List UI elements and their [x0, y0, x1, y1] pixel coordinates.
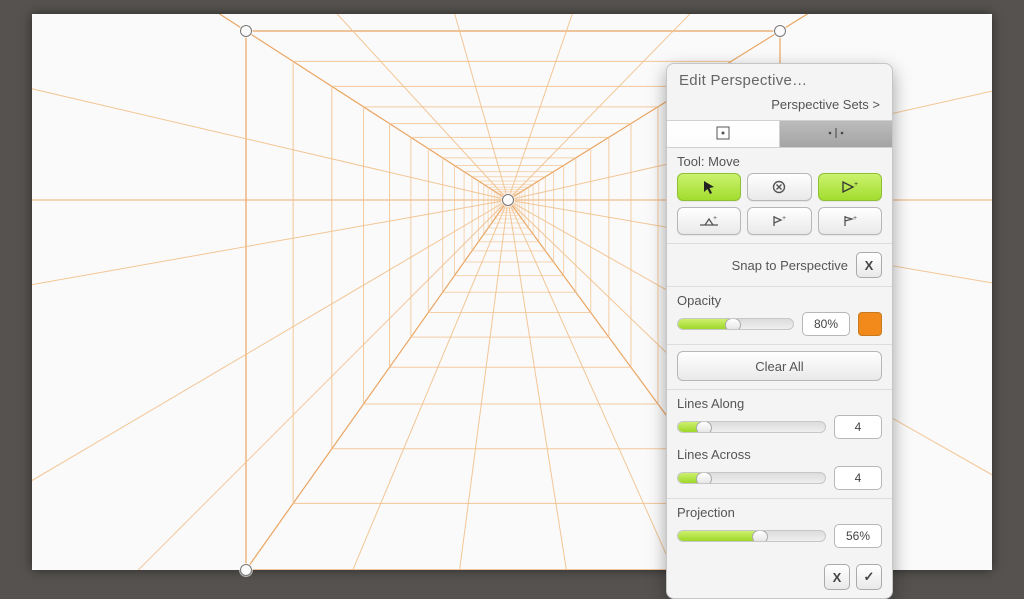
perspective-sets-link[interactable]: Perspective Sets > [667, 95, 892, 120]
opacity-value[interactable]: 80% [802, 312, 850, 336]
opacity-slider[interactable] [677, 318, 794, 330]
opacity-section: Opacity 80% [667, 287, 892, 345]
tool-move[interactable] [677, 173, 741, 201]
lines-across-label: Lines Across [677, 447, 882, 462]
flag-plus-icon-2: + [841, 214, 859, 228]
clear-section: Clear All [667, 345, 892, 390]
tab-point[interactable] [667, 121, 780, 148]
projection-slider[interactable] [677, 530, 826, 542]
projection-section: Projection 56% [667, 499, 892, 556]
horizon-plus-icon: + [699, 214, 719, 228]
corner-handle-bl[interactable] [240, 564, 252, 576]
corner-handle-tl[interactable] [240, 25, 252, 37]
lines-across-value[interactable]: 4 [834, 466, 882, 490]
corner-handle-tr[interactable] [774, 25, 786, 37]
panel-title: Edit Perspective… [667, 64, 892, 95]
tool-reset[interactable] [747, 173, 811, 201]
confirm-button[interactable]: ✓ [856, 564, 882, 590]
point-icon [716, 126, 730, 143]
tool-add-horizon[interactable]: + [677, 207, 741, 235]
tool-section: Tool: Move + + + + [667, 148, 892, 244]
lines-section: Lines Along 4 Lines Across 4 [667, 390, 892, 499]
projection-value[interactable]: 56% [834, 524, 882, 548]
cursor-icon [701, 179, 717, 195]
projection-label: Projection [677, 505, 882, 520]
svg-text:+: + [854, 181, 858, 188]
tool-add-flag-2[interactable]: + [818, 207, 882, 235]
svg-text:+: + [713, 215, 717, 222]
lines-along-slider[interactable] [677, 421, 826, 433]
flag-plus-icon: + [770, 214, 788, 228]
clear-all-button[interactable]: Clear All [677, 351, 882, 381]
tool-label: Tool: Move [677, 154, 882, 169]
vanishing-point-handle[interactable] [502, 194, 514, 206]
lines-along-value[interactable]: 4 [834, 415, 882, 439]
svg-text:+: + [853, 215, 857, 222]
snap-row: Snap to Perspective X [667, 244, 892, 287]
tool-grid: + + + + [677, 173, 882, 235]
triangle-plus-icon: + [841, 180, 859, 194]
panel-footer: X ✓ [667, 556, 892, 598]
lines-along-label: Lines Along [677, 396, 882, 411]
lines-across-slider[interactable] [677, 472, 826, 484]
split-icon [826, 127, 846, 142]
cancel-button[interactable]: X [824, 564, 850, 590]
snap-toggle[interactable]: X [856, 252, 882, 278]
edit-perspective-panel: Edit Perspective… Perspective Sets > Too… [666, 63, 893, 599]
snap-label: Snap to Perspective [732, 258, 848, 273]
circle-x-icon [771, 179, 787, 195]
tool-add-face-right[interactable]: + [818, 173, 882, 201]
panel-tabs [667, 120, 892, 148]
tool-add-flag-1[interactable]: + [747, 207, 811, 235]
grid-color-swatch[interactable] [858, 312, 882, 336]
opacity-label: Opacity [677, 293, 882, 308]
svg-text:+: + [782, 215, 786, 222]
tab-split[interactable] [780, 121, 892, 148]
